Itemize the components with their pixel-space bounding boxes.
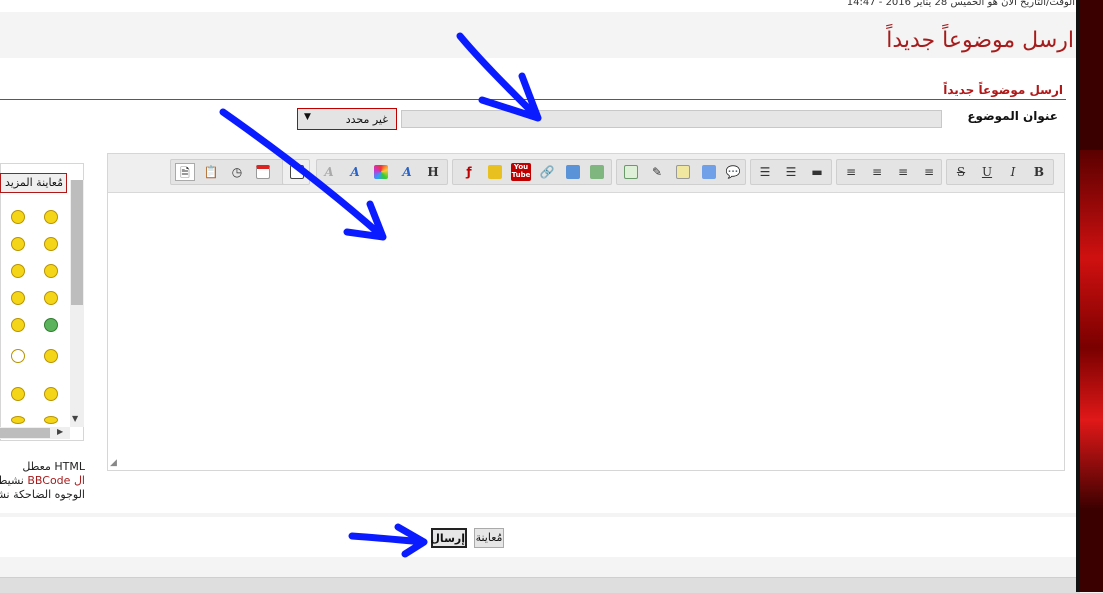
arrow-to-submit xyxy=(348,523,428,558)
arrow-to-editor xyxy=(219,108,387,241)
annotation-arrows xyxy=(219,32,542,558)
arrow-to-subject-input xyxy=(456,32,542,122)
